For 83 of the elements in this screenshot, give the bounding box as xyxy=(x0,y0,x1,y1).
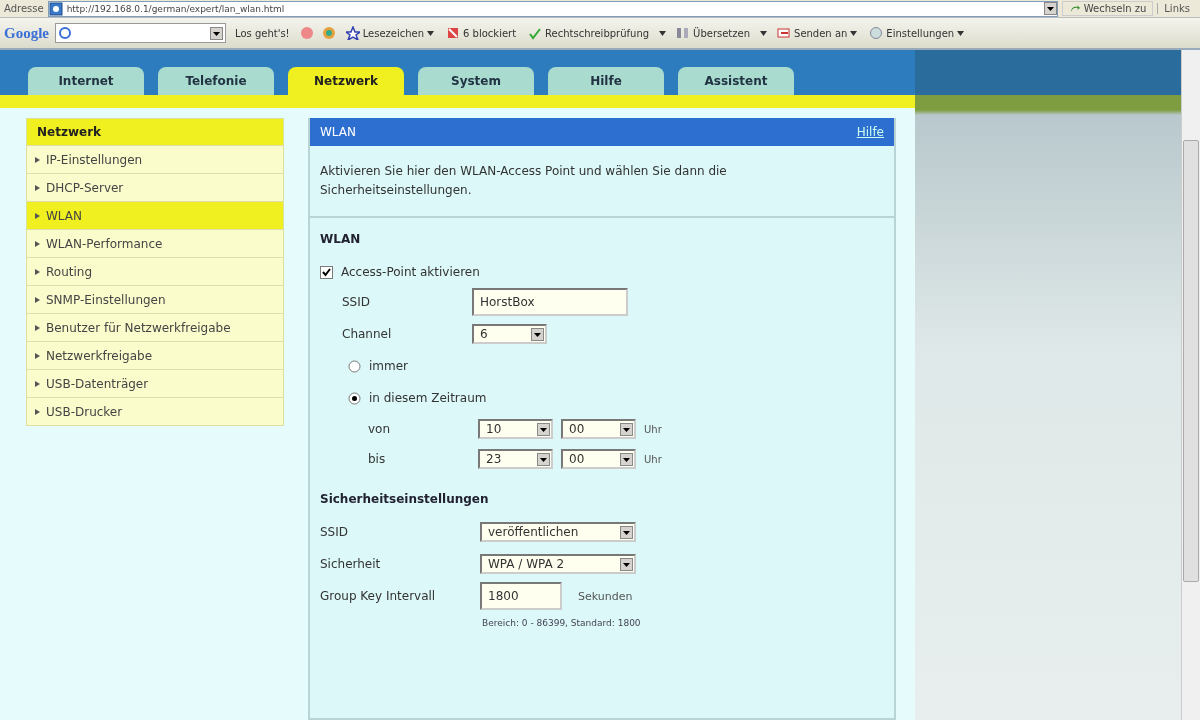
field-label: bis xyxy=(368,452,387,466)
bullet-icon xyxy=(35,408,40,415)
field-label: von xyxy=(368,422,392,436)
bullet-icon xyxy=(35,184,40,191)
dropdown[interactable]: veröffentlichen xyxy=(480,522,636,542)
tab[interactable]: Assistent xyxy=(678,67,794,95)
radio-label: immer xyxy=(369,359,409,373)
minute-select[interactable]: 00 xyxy=(561,419,636,439)
tab[interactable]: System xyxy=(418,67,534,95)
bullet-icon xyxy=(35,212,40,219)
checkmark-icon xyxy=(528,26,543,40)
bullet-icon xyxy=(35,268,40,275)
caret-icon xyxy=(760,30,768,36)
sidebar-item[interactable]: USB-Datenträger xyxy=(27,369,283,397)
sidebar-item[interactable]: WLAN-Performance xyxy=(27,229,283,257)
bullet-icon xyxy=(35,324,40,331)
bullet-icon xyxy=(35,156,40,163)
field-label: Group Key Intervall xyxy=(320,587,437,605)
bullet-icon xyxy=(35,240,40,247)
checkbox-label: Access-Point aktivieren xyxy=(341,265,480,279)
interval-field[interactable]: 1800 xyxy=(480,582,562,610)
toolbar-button[interactable]: Senden an xyxy=(774,24,861,42)
unit-label: Sekunden xyxy=(578,589,633,603)
blocked-icon xyxy=(446,26,461,40)
toolbar-button[interactable]: Übersetzen xyxy=(673,24,754,42)
sidebar-item[interactable]: IP-Einstellungen xyxy=(27,145,283,173)
address-label: Adresse xyxy=(4,3,44,14)
unit-label: Uhr xyxy=(644,453,662,465)
sidebar-item[interactable]: Routing xyxy=(27,257,283,285)
tab[interactable]: Telefonie xyxy=(158,67,274,95)
sidebar-title: Netzwerk xyxy=(27,119,283,145)
field-label: SSID xyxy=(342,295,371,309)
sidebar-item[interactable]: USB-Drucker xyxy=(27,397,283,425)
search-button[interactable]: Los geht's! xyxy=(232,25,293,41)
dropdown-button[interactable] xyxy=(658,28,668,38)
checkbox[interactable] xyxy=(320,265,333,279)
section-heading: Sicherheitseinstellungen xyxy=(320,492,490,506)
tab[interactable]: Internet xyxy=(28,67,144,95)
star-icon xyxy=(345,26,360,40)
unit-label: Uhr xyxy=(644,423,662,435)
caret-icon xyxy=(957,30,965,36)
google-logo: Google xyxy=(4,24,49,42)
caret-icon xyxy=(850,30,858,36)
dropdown[interactable]: WPA / WPA 2 xyxy=(480,554,636,574)
minute-select[interactable]: 00 xyxy=(561,449,636,469)
address-field[interactable]: http://192.168.0.1/german/expert/lan_wlan.html xyxy=(47,0,1058,17)
toolbar-button[interactable]: Lesezeichen xyxy=(342,24,438,42)
scrollbar[interactable] xyxy=(1181,50,1200,720)
field-label: Channel xyxy=(342,327,393,341)
radio-button[interactable] xyxy=(348,391,361,405)
field-label: Sicherheit xyxy=(320,555,382,573)
sidebar-item[interactable]: Benutzer für Netzwerkfreigabe xyxy=(27,313,283,341)
hour-select[interactable]: 10 xyxy=(478,419,553,439)
bullet-icon xyxy=(35,296,40,303)
dropdown-button[interactable] xyxy=(759,28,769,38)
tab[interactable]: Hilfe xyxy=(548,67,664,95)
tab[interactable]: Netzwerk xyxy=(288,67,404,95)
toolbar-button[interactable]: Rechtschreibprüfung xyxy=(525,24,653,42)
bullet-icon xyxy=(35,380,40,387)
caret-icon xyxy=(659,30,667,36)
intro-text: Aktivieren Sie hier den WLAN-Access Point und wählen Sie dann die Sicherheitseinstellungen. xyxy=(310,146,894,218)
radio-label: in diesem Zeitraum xyxy=(369,391,487,405)
range-hint: Bereich: 0 - 86399, Standard: 1800 xyxy=(481,618,642,628)
toolbar-button[interactable]: 6 blockiert xyxy=(443,24,520,42)
toolbar-button[interactable]: Einstellungen xyxy=(866,24,968,42)
hour-select[interactable]: 23 xyxy=(478,449,553,469)
sidebar-item[interactable]: WLAN xyxy=(27,201,283,229)
bullet-icon xyxy=(35,352,40,359)
radio-button[interactable] xyxy=(348,359,361,373)
links-button[interactable]: Links xyxy=(1157,3,1196,14)
sidebar-item[interactable]: SNMP-Einstellungen xyxy=(27,285,283,313)
panel-title: WLAN xyxy=(320,125,356,139)
caret-icon xyxy=(427,30,435,36)
page-icon xyxy=(48,1,63,16)
channel-select[interactable]: 6 xyxy=(472,324,547,344)
search-field[interactable] xyxy=(55,23,226,43)
sidebar-item[interactable]: Netzwerkfreigabe xyxy=(27,341,283,369)
section-heading: WLAN xyxy=(320,232,362,246)
help-link[interactable]: Hilfe xyxy=(856,125,884,139)
field-label: SSID xyxy=(320,523,349,541)
go-button[interactable]: Wechseln zu xyxy=(1061,1,1154,16)
ssid-field[interactable]: HorstBox xyxy=(472,288,628,316)
scroll-thumb[interactable] xyxy=(1183,140,1199,582)
